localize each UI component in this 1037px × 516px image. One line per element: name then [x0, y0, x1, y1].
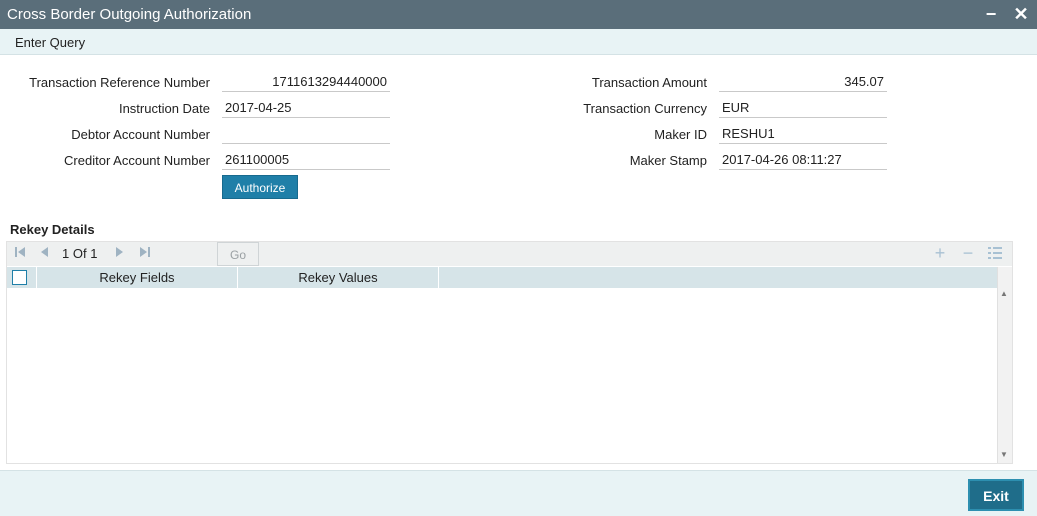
select-all-checkbox[interactable] [12, 270, 27, 285]
transaction-amount-label: Transaction Amount [591, 75, 707, 90]
instruction-date-label: Instruction Date [118, 101, 210, 116]
debtor-account-label: Debtor Account Number [71, 127, 210, 142]
transaction-amount-field[interactable]: 345.07 [719, 71, 887, 92]
close-icon[interactable]: ✕ [1010, 3, 1032, 25]
grid-navigation-bar: 1 Of 1 Go + − [7, 242, 1012, 266]
go-button[interactable]: Go [217, 242, 259, 266]
maker-id-field[interactable]: RESHU1 [719, 123, 887, 144]
authorize-button[interactable]: Authorize [222, 175, 298, 199]
next-page-icon[interactable] [113, 246, 127, 260]
rekey-details-grid: 1 Of 1 Go + − Rekey Fields Rekey Values … [6, 241, 1013, 464]
rekey-details-title: Rekey Details [10, 222, 95, 237]
page-total: 1 [90, 246, 98, 261]
creditor-account-label: Creditor Account Number [64, 153, 210, 168]
enter-query-menu-item[interactable]: Enter Query [15, 35, 85, 50]
grid-header-row: Rekey Fields Rekey Values [7, 267, 997, 288]
transaction-reference-label: Transaction Reference Number [29, 75, 210, 90]
minimize-icon[interactable]: − [980, 3, 1002, 25]
prev-page-icon[interactable] [37, 246, 51, 260]
page-current: 1 [62, 246, 70, 261]
instruction-date-field[interactable]: 2017-04-25 [222, 97, 390, 118]
add-row-icon[interactable]: + [932, 244, 948, 262]
authorization-window: Cross Border Outgoing Authorization − ✕ … [0, 0, 1037, 516]
scroll-down-icon[interactable]: ▼ [1000, 450, 1008, 459]
maker-stamp-label: Maker Stamp [629, 153, 707, 168]
grid-scrollbar[interactable]: ▲ ▼ [997, 267, 1012, 463]
column-header-rekey-values[interactable]: Rekey Values [237, 267, 438, 288]
creditor-account-field[interactable]: 261100005 [222, 149, 390, 170]
transaction-currency-label: Transaction Currency [583, 101, 707, 116]
debtor-account-field[interactable] [222, 123, 390, 144]
footer-bar: Exit [0, 470, 1037, 516]
title-bar[interactable]: Cross Border Outgoing Authorization − ✕ [0, 0, 1037, 29]
column-settings-icon[interactable] [987, 245, 1003, 263]
transaction-reference-field[interactable]: 1711613294440000 [222, 71, 390, 92]
maker-id-label: Maker ID [654, 127, 707, 142]
first-page-icon[interactable] [13, 246, 27, 260]
page-of: Of [72, 246, 87, 261]
scroll-up-icon[interactable]: ▲ [1000, 289, 1008, 298]
column-header-rekey-fields[interactable]: Rekey Fields [36, 267, 237, 288]
column-header-filler [438, 267, 997, 288]
window-title: Cross Border Outgoing Authorization [7, 6, 252, 23]
transaction-currency-field[interactable]: EUR [719, 97, 887, 118]
delete-row-icon[interactable]: − [960, 244, 976, 262]
menu-bar: Enter Query [0, 29, 1037, 55]
maker-stamp-field[interactable]: 2017-04-26 08:11:27 [719, 149, 887, 170]
page-indicator: 1 Of 1 [62, 246, 97, 261]
last-page-icon[interactable] [138, 246, 152, 260]
exit-button[interactable]: Exit [968, 479, 1024, 511]
